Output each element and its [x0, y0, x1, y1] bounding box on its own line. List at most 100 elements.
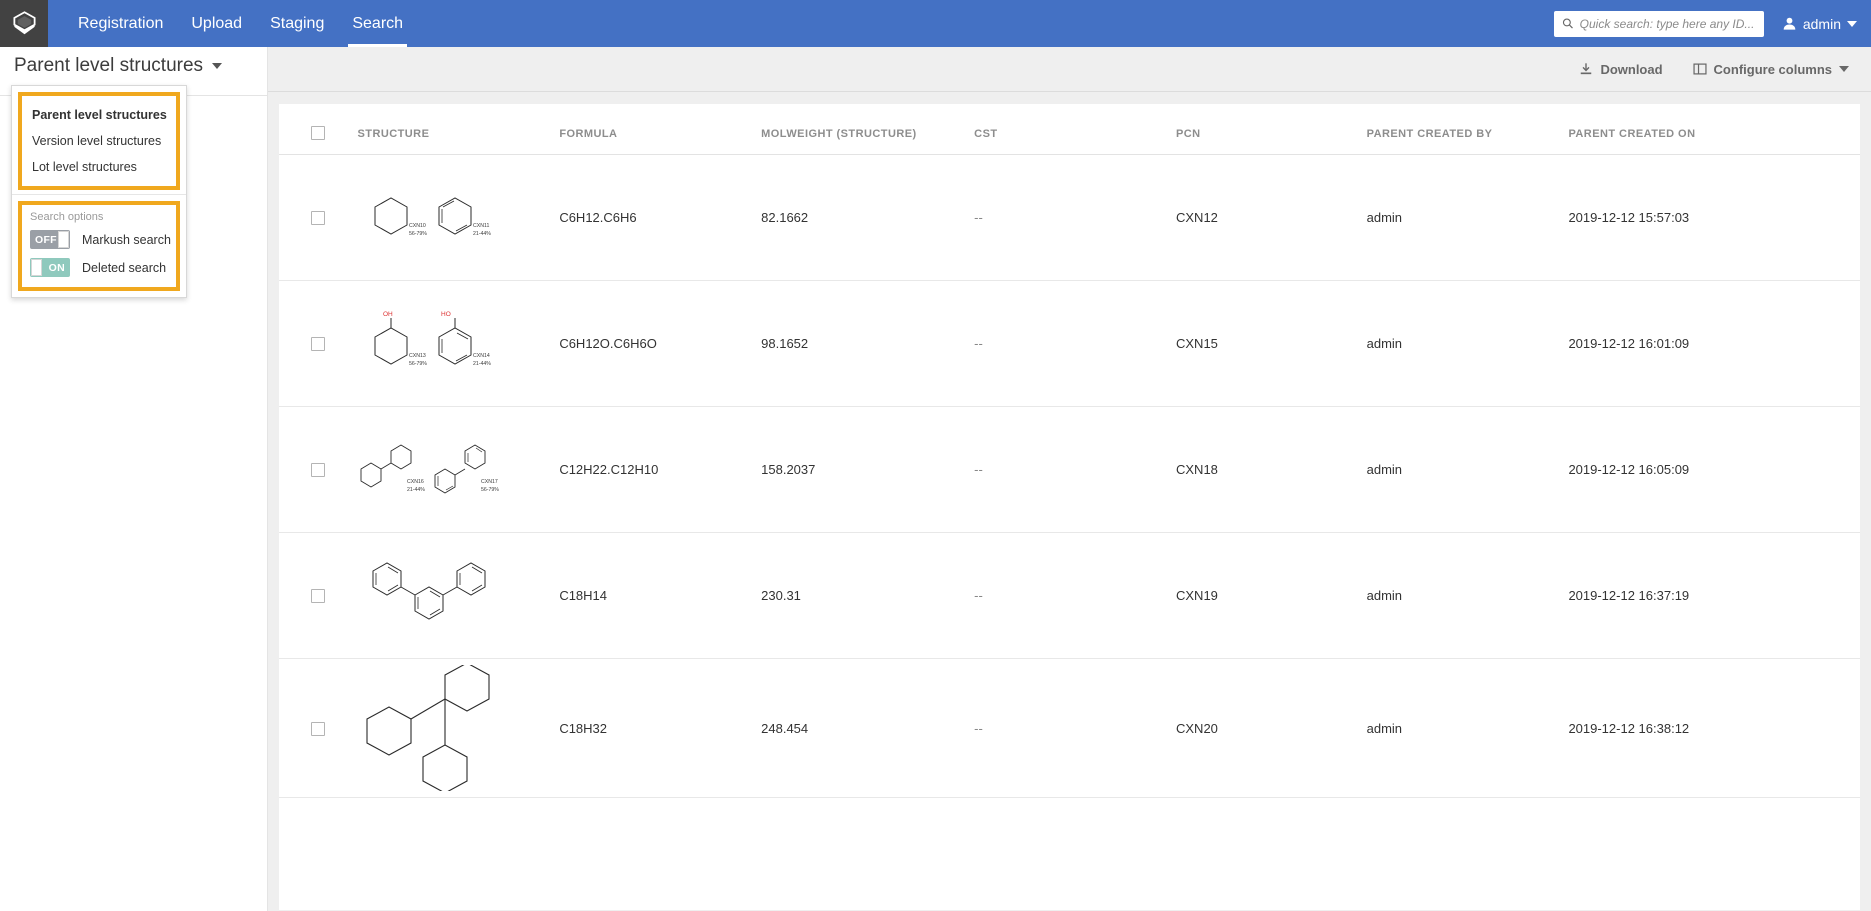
level-items-highlight-box: Parent level structures Version level st… — [18, 92, 180, 190]
table-row[interactable]: C18H14 230.31 -- CXN19 admin 2019-12-12 … — [279, 533, 1860, 659]
deleted-search-toggle[interactable]: ON — [30, 258, 70, 277]
deleted-search-option[interactable]: ON Deleted search — [30, 258, 168, 277]
row-checkbox[interactable] — [311, 589, 325, 603]
created-by-cell: admin — [1367, 155, 1569, 281]
molecule-cyclohexane-benzene-icon: CXN10 56-79% CXN11 21-44% — [357, 185, 507, 251]
created-on-cell: 2019-12-12 15:57:03 — [1568, 155, 1860, 281]
nav-item-staging[interactable]: Staging — [256, 0, 338, 47]
table-row[interactable]: OH HO CXN13 56-79% CXN14 — [279, 281, 1860, 407]
structure-cell[interactable]: OH HO CXN13 56-79% CXN14 — [357, 281, 559, 407]
download-icon — [1579, 62, 1593, 76]
download-button[interactable]: Download — [1579, 62, 1662, 77]
results-table: STRUCTURE FORMULA MOLWEIGHT (STRUCTURE) … — [279, 104, 1860, 798]
markush-search-option[interactable]: OFF Markush search — [30, 230, 168, 249]
molecule-m-terphenyl-icon — [357, 559, 507, 633]
created-on-cell: 2019-12-12 16:01:09 — [1568, 281, 1860, 407]
molweight-cell: 248.454 — [761, 659, 974, 798]
nav-item-search[interactable]: Search — [338, 0, 417, 47]
cst-cell: -- — [974, 533, 1176, 659]
table-header-row: STRUCTURE FORMULA MOLWEIGHT (STRUCTURE) … — [279, 104, 1860, 155]
cst-cell: -- — [974, 281, 1176, 407]
fragment-pct-label: 21-44% — [473, 361, 491, 367]
nav-item-registration[interactable]: Registration — [64, 0, 177, 47]
column-header-formula[interactable]: FORMULA — [559, 104, 761, 155]
download-label: Download — [1600, 62, 1662, 77]
row-select-cell — [279, 407, 357, 533]
formula-cell: C12H22.C12H10 — [559, 407, 761, 533]
search-options-title: Search options — [30, 211, 168, 223]
formula-cell: C6H12O.C6H6O — [559, 281, 761, 407]
toggle-knob — [31, 259, 42, 276]
markush-search-label: Markush search — [82, 233, 171, 247]
row-select-cell — [279, 281, 357, 407]
created-by-cell: admin — [1367, 533, 1569, 659]
oh-label: OH — [383, 311, 393, 318]
search-input[interactable] — [1580, 17, 1756, 31]
fragment-id-label: CXN13 — [409, 353, 426, 359]
molweight-cell: 158.2037 — [761, 407, 974, 533]
cst-cell: -- — [974, 407, 1176, 533]
select-all-header — [279, 104, 357, 155]
molweight-cell: 98.1652 — [761, 281, 974, 407]
cst-cell: -- — [974, 659, 1176, 798]
column-header-parent-created-by[interactable]: PARENT CREATED BY — [1367, 104, 1569, 155]
structure-level-selector[interactable]: Parent level structures — [14, 55, 222, 77]
search-options-highlight-box: Search options OFF Markush search ON Del… — [18, 201, 180, 291]
dropdown-item-parent-level[interactable]: Parent level structures — [22, 102, 176, 128]
structure-cell[interactable] — [357, 533, 559, 659]
structure-cell[interactable] — [357, 659, 559, 798]
ho-label: HO — [441, 311, 451, 318]
row-checkbox[interactable] — [311, 337, 325, 351]
column-header-structure[interactable]: STRUCTURE — [357, 104, 559, 155]
row-checkbox[interactable] — [311, 722, 325, 736]
configure-columns-button[interactable]: Configure columns — [1693, 62, 1849, 77]
app-logo[interactable] — [0, 0, 48, 47]
formula-cell: C6H12.C6H6 — [559, 155, 761, 281]
chevron-down-icon — [1847, 21, 1857, 27]
fragment-id-label: CXN17 — [481, 479, 498, 485]
created-by-cell: admin — [1367, 659, 1569, 798]
structure-cell[interactable]: CXN10 56-79% CXN11 21-44% — [357, 155, 559, 281]
row-checkbox[interactable] — [311, 463, 325, 477]
fragment-id-label: CXN14 — [473, 353, 490, 359]
column-header-cst[interactable]: CST — [974, 104, 1176, 155]
search-icon — [1562, 17, 1574, 30]
nav-right-group: admin — [1554, 11, 1871, 37]
table-row[interactable]: C18H32 248.454 -- CXN20 admin 2019-12-12… — [279, 659, 1860, 798]
column-header-molweight[interactable]: MOLWEIGHT (STRUCTURE) — [761, 104, 974, 155]
fragment-id-label: CXN10 — [409, 223, 426, 229]
table-row[interactable]: CXN10 56-79% CXN11 21-44% C6H12.C6H6 82.… — [279, 155, 1860, 281]
structure-cell[interactable]: CXN16 21-44% CXN17 56-79% — [357, 407, 559, 533]
pcn-cell: CXN12 — [1176, 155, 1367, 281]
dropdown-item-version-level[interactable]: Version level structures — [22, 128, 176, 154]
structure-level-dropdown: Parent level structures Version level st… — [11, 85, 187, 298]
deleted-toggle-state: ON — [44, 262, 70, 274]
deleted-search-label: Deleted search — [82, 261, 166, 275]
created-on-cell: 2019-12-12 16:05:09 — [1568, 407, 1860, 533]
column-header-parent-created-on[interactable]: PARENT CREATED ON — [1568, 104, 1860, 155]
pcn-cell: CXN18 — [1176, 407, 1367, 533]
cst-cell: -- — [974, 155, 1176, 281]
molecule-tercyclohexyl-icon — [357, 665, 507, 791]
column-header-pcn[interactable]: PCN — [1176, 104, 1367, 155]
structure-level-label: Parent level structures — [14, 55, 203, 77]
dropdown-item-lot-level[interactable]: Lot level structures — [22, 154, 176, 180]
select-all-checkbox[interactable] — [311, 126, 325, 140]
nav-item-upload[interactable]: Upload — [177, 0, 256, 47]
user-menu[interactable]: admin — [1782, 16, 1857, 32]
row-select-cell — [279, 533, 357, 659]
user-icon — [1782, 16, 1797, 31]
top-navigation-bar: Registration Upload Staging Search admin — [0, 0, 1871, 47]
row-checkbox[interactable] — [311, 211, 325, 225]
fragment-id-label: CXN11 — [473, 223, 489, 229]
created-on-cell: 2019-12-12 16:38:12 — [1568, 659, 1860, 798]
main-nav-links: Registration Upload Staging Search — [64, 0, 417, 47]
results-toolbar: Download Configure columns — [268, 47, 1871, 92]
created-by-cell: admin — [1367, 281, 1569, 407]
table-row[interactable]: CXN16 21-44% CXN17 56-79% C12H22.C12H10 … — [279, 407, 1860, 533]
markush-search-toggle[interactable]: OFF — [30, 230, 70, 249]
row-select-cell — [279, 155, 357, 281]
configure-columns-label: Configure columns — [1714, 62, 1832, 77]
quick-search-box[interactable] — [1554, 11, 1764, 37]
fragment-id-label: CXN16 — [407, 479, 424, 485]
